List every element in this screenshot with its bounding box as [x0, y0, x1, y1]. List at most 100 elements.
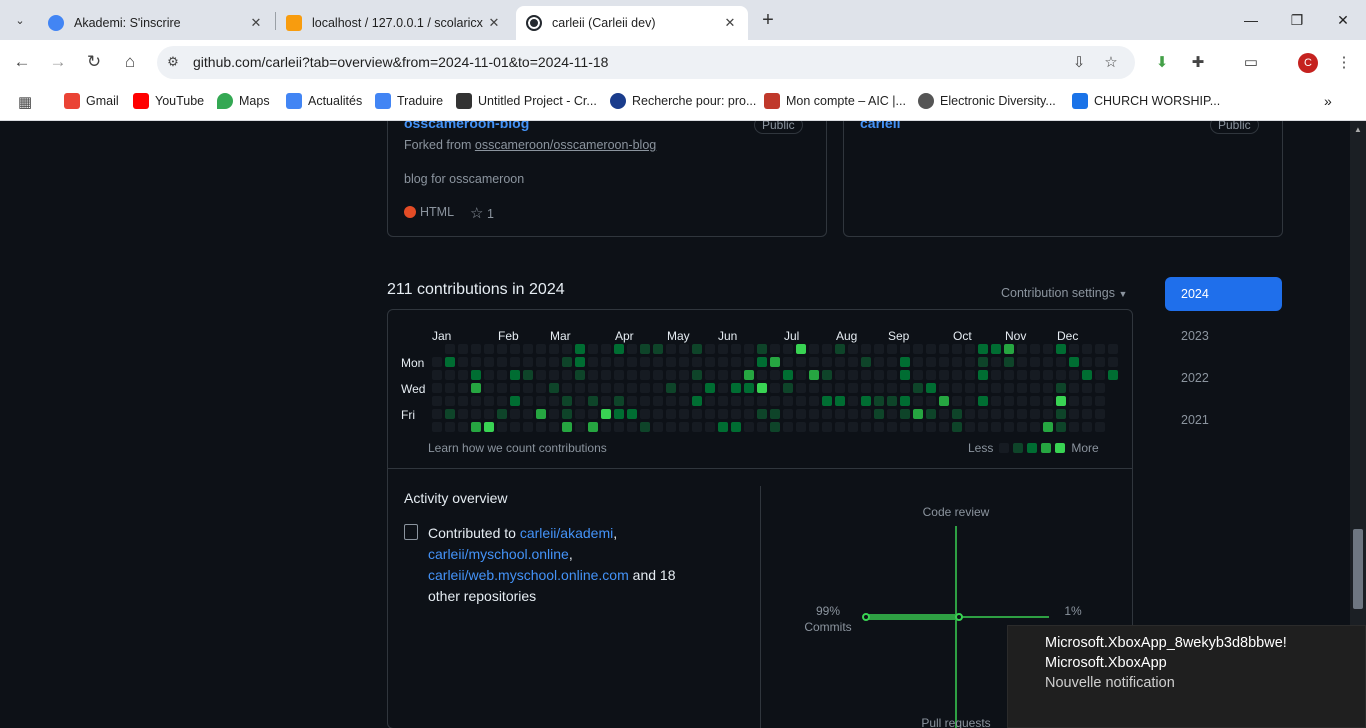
contribution-day-cell[interactable]: [445, 383, 455, 393]
contribution-day-cell[interactable]: [900, 383, 910, 393]
contribution-day-cell[interactable]: [1069, 344, 1079, 354]
contribution-day-cell[interactable]: [1017, 344, 1027, 354]
contribution-day-cell[interactable]: [757, 409, 767, 419]
contribution-day-cell[interactable]: [1056, 357, 1066, 367]
tab-phpmyadmin[interactable]: localhost / 127.0.0.1 / scolaricx ✕: [276, 6, 512, 40]
contribution-day-cell[interactable]: [653, 370, 663, 380]
contribution-day-cell[interactable]: [835, 357, 845, 367]
contribution-day-cell[interactable]: [731, 409, 741, 419]
close-tab-icon[interactable]: ✕: [486, 15, 502, 31]
contribution-day-cell[interactable]: [848, 383, 858, 393]
contribution-day-cell[interactable]: [575, 370, 585, 380]
contribution-day-cell[interactable]: [614, 396, 624, 406]
contribution-day-cell[interactable]: [991, 344, 1001, 354]
contribution-day-cell[interactable]: [627, 383, 637, 393]
contribution-day-cell[interactable]: [666, 383, 676, 393]
extension-download-icon[interactable]: ⬇: [1152, 53, 1172, 73]
contribution-day-cell[interactable]: [1082, 370, 1092, 380]
contribution-day-cell[interactable]: [822, 422, 832, 432]
contribution-day-cell[interactable]: [874, 344, 884, 354]
contribution-day-cell[interactable]: [1095, 409, 1105, 419]
contribution-day-cell[interactable]: [939, 370, 949, 380]
repo-stars[interactable]: ☆ 1: [470, 204, 494, 222]
contribution-day-cell[interactable]: [562, 344, 572, 354]
activity-repo-link[interactable]: carleii/myschool.online: [428, 546, 569, 562]
contribution-day-cell[interactable]: [614, 357, 624, 367]
contribution-day-cell[interactable]: [939, 409, 949, 419]
contribution-day-cell[interactable]: [887, 357, 897, 367]
contribution-day-cell[interactable]: [705, 344, 715, 354]
contribution-day-cell[interactable]: [965, 344, 975, 354]
contribution-day-cell[interactable]: [497, 409, 507, 419]
contribution-day-cell[interactable]: [978, 357, 988, 367]
contribution-day-cell[interactable]: [1095, 396, 1105, 406]
contribution-day-cell[interactable]: [731, 370, 741, 380]
url-text[interactable]: github.com/carleii?tab=overview&from=202…: [193, 54, 608, 70]
contribution-day-cell[interactable]: [458, 396, 468, 406]
contribution-day-cell[interactable]: [575, 383, 585, 393]
contribution-day-cell[interactable]: [796, 357, 806, 367]
contribution-day-cell[interactable]: [835, 396, 845, 406]
contribution-day-cell[interactable]: [601, 422, 611, 432]
contribution-day-cell[interactable]: [1056, 409, 1066, 419]
contribution-day-cell[interactable]: [679, 357, 689, 367]
contribution-day-cell[interactable]: [484, 396, 494, 406]
contribution-day-cell[interactable]: [536, 344, 546, 354]
contribution-day-cell[interactable]: [484, 344, 494, 354]
contribution-day-cell[interactable]: [796, 396, 806, 406]
contribution-day-cell[interactable]: [627, 370, 637, 380]
contribution-day-cell[interactable]: [835, 344, 845, 354]
scroll-up-icon[interactable]: ▲: [1354, 125, 1362, 134]
contribution-day-cell[interactable]: [848, 396, 858, 406]
minimize-button[interactable]: —: [1228, 0, 1274, 40]
contribution-day-cell[interactable]: [484, 383, 494, 393]
contribution-day-cell[interactable]: [783, 383, 793, 393]
contribution-day-cell[interactable]: [900, 422, 910, 432]
contribution-day-cell[interactable]: [1030, 396, 1040, 406]
contribution-day-cell[interactable]: [536, 396, 546, 406]
repo-name-link[interactable]: carleii: [860, 121, 900, 131]
contribution-day-cell[interactable]: [432, 422, 442, 432]
contribution-day-cell[interactable]: [822, 344, 832, 354]
contribution-day-cell[interactable]: [1043, 344, 1053, 354]
contribution-day-cell[interactable]: [445, 422, 455, 432]
bookmark-mon-compte[interactable]: Mon compte – AIC |...: [764, 93, 906, 109]
contribution-day-cell[interactable]: [770, 344, 780, 354]
contribution-day-cell[interactable]: [458, 344, 468, 354]
contribution-day-cell[interactable]: [445, 396, 455, 406]
contribution-day-cell[interactable]: [562, 383, 572, 393]
contribution-day-cell[interactable]: [952, 370, 962, 380]
contribution-day-cell[interactable]: [510, 370, 520, 380]
close-tab-icon[interactable]: ✕: [248, 15, 264, 31]
contribution-day-cell[interactable]: [796, 344, 806, 354]
contribution-day-cell[interactable]: [1030, 344, 1040, 354]
contribution-day-cell[interactable]: [1017, 422, 1027, 432]
contribution-day-cell[interactable]: [575, 422, 585, 432]
contribution-day-cell[interactable]: [887, 370, 897, 380]
contribution-day-cell[interactable]: [1056, 396, 1066, 406]
contribution-day-cell[interactable]: [458, 357, 468, 367]
contribution-day-cell[interactable]: [1095, 383, 1105, 393]
contribution-day-cell[interactable]: [952, 357, 962, 367]
contribution-day-cell[interactable]: [926, 370, 936, 380]
contribution-day-cell[interactable]: [965, 383, 975, 393]
contribution-day-cell[interactable]: [523, 396, 533, 406]
contribution-day-cell[interactable]: [861, 409, 871, 419]
contribution-day-cell[interactable]: [1017, 357, 1027, 367]
contribution-day-cell[interactable]: [536, 370, 546, 380]
contribution-day-cell[interactable]: [939, 344, 949, 354]
contribution-day-cell[interactable]: [965, 370, 975, 380]
repo-name-link[interactable]: osscameroon-blog: [404, 121, 529, 131]
contribution-day-cell[interactable]: [952, 344, 962, 354]
contribution-day-cell[interactable]: [510, 422, 520, 432]
contribution-day-cell[interactable]: [1056, 370, 1066, 380]
contribution-day-cell[interactable]: [523, 344, 533, 354]
contribution-day-cell[interactable]: [965, 357, 975, 367]
contribution-day-cell[interactable]: [744, 370, 754, 380]
contribution-day-cell[interactable]: [1095, 422, 1105, 432]
contribution-day-cell[interactable]: [1043, 370, 1053, 380]
contribution-day-cell[interactable]: [640, 396, 650, 406]
tab-search-button[interactable]: ⌄: [8, 8, 32, 32]
contribution-day-cell[interactable]: [744, 409, 754, 419]
new-tab-button[interactable]: +: [758, 9, 778, 31]
